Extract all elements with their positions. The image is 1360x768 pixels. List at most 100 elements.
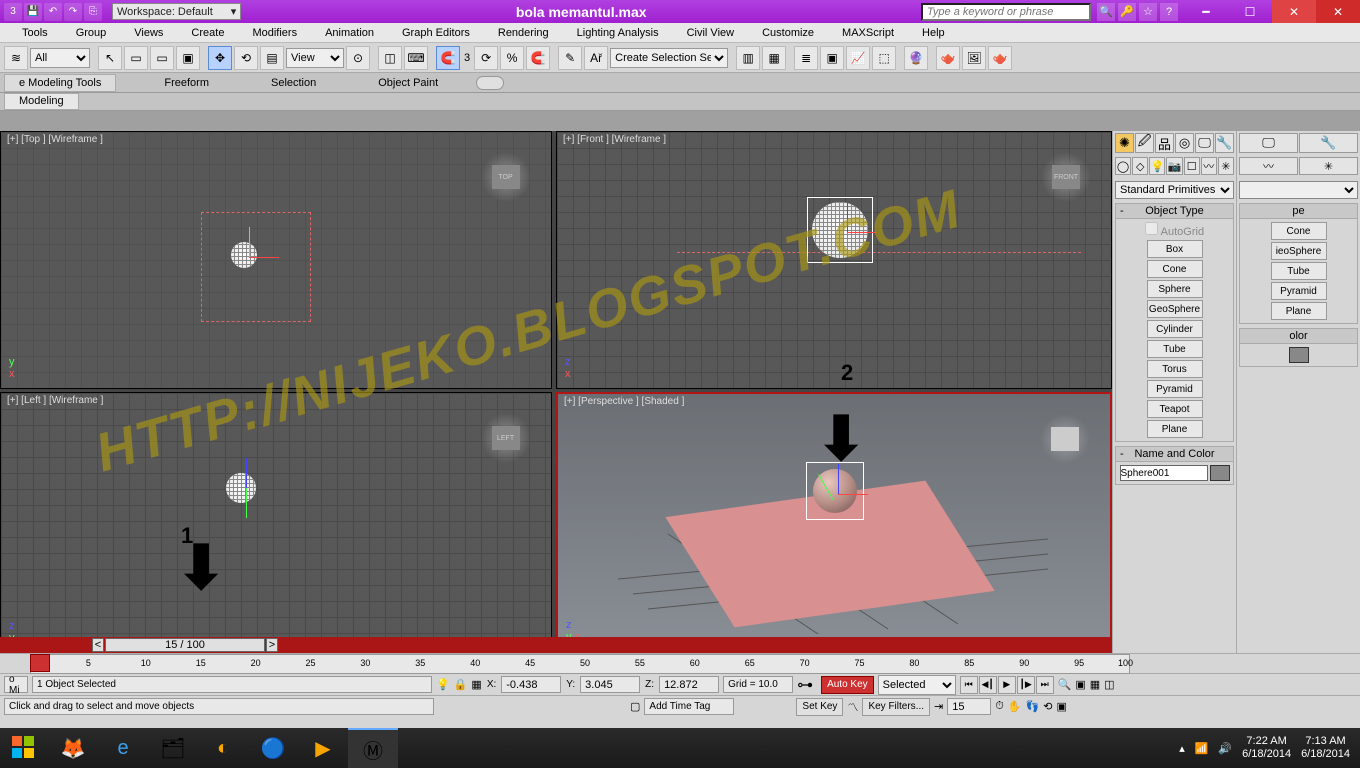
ribbon-tab-modeling-tools[interactable]: e Modeling Tools bbox=[4, 74, 116, 92]
cone-button-2[interactable]: Cone bbox=[1271, 222, 1327, 240]
geosphere-button-2[interactable]: ieoSphere bbox=[1271, 242, 1327, 260]
geometry-type-dropdown[interactable]: Standard Primitives bbox=[1115, 181, 1234, 199]
tube-button[interactable]: Tube bbox=[1147, 340, 1203, 358]
nav-maximize-icon[interactable]: ▣ bbox=[1056, 700, 1066, 713]
nav-zoom-all-icon[interactable]: ▣ bbox=[1075, 678, 1085, 691]
ribbon-tab-freeform[interactable]: Freeform bbox=[150, 75, 223, 91]
time-config-icon[interactable]: ⏱ bbox=[995, 700, 1004, 713]
geometry-category-icon[interactable]: ◯ bbox=[1115, 157, 1131, 175]
teapot-button[interactable]: Teapot bbox=[1147, 400, 1203, 418]
auto-key-button[interactable]: Auto Key bbox=[821, 676, 874, 694]
select-icon[interactable]: ↖ bbox=[98, 46, 122, 70]
z-spinner[interactable]: 12.872 bbox=[659, 676, 719, 693]
nav-fov-icon[interactable]: ◫ bbox=[1104, 678, 1114, 691]
selection-filter[interactable]: All bbox=[30, 48, 90, 68]
nav-walk-icon[interactable]: 👣 bbox=[1026, 700, 1040, 713]
plane-button[interactable]: Plane bbox=[1147, 420, 1203, 438]
move-icon[interactable]: ✥ bbox=[208, 46, 232, 70]
geometry-type-dropdown-2[interactable] bbox=[1239, 181, 1358, 199]
pyramid-button[interactable]: Pyramid bbox=[1147, 380, 1203, 398]
select-name-icon[interactable]: ▭ bbox=[124, 46, 148, 70]
redo-icon[interactable]: ↷ bbox=[64, 3, 82, 21]
key-filters-button[interactable]: Key Filters... bbox=[862, 698, 930, 716]
cameras-category-icon[interactable]: 📷 bbox=[1166, 157, 1182, 175]
spacewarps2-icon[interactable]: 〰 bbox=[1239, 157, 1298, 175]
save-icon[interactable]: 💾 bbox=[24, 3, 42, 21]
next-frame-icon[interactable]: ┃▶ bbox=[1017, 676, 1035, 694]
shapes-category-icon[interactable]: ◇ bbox=[1132, 157, 1148, 175]
viewport-perspective[interactable]: [+] [Perspective ] [Shaded ] ⬇ zy x bbox=[556, 392, 1112, 653]
key-icon[interactable]: 🔑 bbox=[1118, 3, 1136, 21]
coord-system[interactable]: View bbox=[286, 48, 344, 68]
current-frame-spinner[interactable]: 15 bbox=[947, 698, 991, 715]
cylinder-button[interactable]: Cylinder bbox=[1147, 320, 1203, 338]
sphere-button[interactable]: Sphere bbox=[1147, 280, 1203, 298]
chrome-icon[interactable]: 🔵 bbox=[248, 728, 298, 768]
search-input[interactable] bbox=[921, 3, 1091, 21]
helpers-category-icon[interactable]: ☐ bbox=[1184, 157, 1200, 175]
region-rect-icon[interactable]: ▭ bbox=[150, 46, 174, 70]
lock-icon[interactable]: 🔒 bbox=[454, 678, 468, 691]
percent-snap-icon[interactable]: % bbox=[500, 46, 524, 70]
time-prev-button[interactable]: < bbox=[92, 638, 104, 652]
rotate-icon[interactable]: ⟲ bbox=[234, 46, 258, 70]
create-tab-icon[interactable]: ✺ bbox=[1115, 133, 1134, 153]
explorer-icon[interactable]: 🗂 bbox=[148, 728, 198, 768]
viewport-top[interactable]: [+] [Top ] [Wireframe ] TOP yx bbox=[0, 131, 552, 389]
systems2-icon[interactable]: ✳ bbox=[1299, 157, 1358, 175]
help-icon[interactable]: ? bbox=[1160, 3, 1178, 21]
rendered-frame-icon[interactable]: 🖼 bbox=[962, 46, 986, 70]
daemon-icon[interactable]: ◐ bbox=[198, 728, 248, 768]
play-icon[interactable]: ▶ bbox=[998, 676, 1016, 694]
close-button[interactable]: ✕ bbox=[1272, 0, 1316, 23]
menu-maxscript[interactable]: MAXScript bbox=[828, 25, 908, 41]
binoculars-icon[interactable]: 🔍 bbox=[1097, 3, 1115, 21]
named-selection-set[interactable]: Create Selection Se bbox=[610, 48, 728, 68]
3dsmax-task-icon[interactable]: Ⓜ bbox=[348, 728, 398, 768]
time-next-button[interactable]: > bbox=[266, 638, 278, 652]
add-time-tag[interactable]: Add Time Tag bbox=[644, 698, 734, 715]
viewport-left[interactable]: [+] [Left ] [Wireframe ] LEFT zy 1 ⬇ bbox=[0, 392, 552, 653]
viewport-front[interactable]: [+] [Front ] [Wireframe ] FRONT zx 2 bbox=[556, 131, 1112, 389]
key-mode-icon[interactable]: ⊶ bbox=[797, 675, 817, 695]
y-spinner[interactable]: 3.045 bbox=[580, 676, 640, 693]
named-sel-lock-icon[interactable]: Ař bbox=[584, 46, 608, 70]
spinner-snap-icon[interactable]: 🧲 bbox=[526, 46, 550, 70]
menu-graph-editors[interactable]: Graph Editors bbox=[388, 25, 484, 41]
snap-toggle-icon[interactable]: 🧲 bbox=[436, 46, 460, 70]
ribbon-subtab-modeling[interactable]: Modeling bbox=[4, 93, 79, 110]
isolate-icon[interactable]: ▦ bbox=[471, 678, 481, 691]
tube-button-2[interactable]: Tube bbox=[1271, 262, 1327, 280]
lights-category-icon[interactable]: 💡 bbox=[1149, 157, 1165, 175]
motion-tab-icon[interactable]: ◎ bbox=[1175, 133, 1194, 153]
cone-button[interactable]: Cone bbox=[1147, 260, 1203, 278]
set-key-button[interactable]: Set Key bbox=[796, 698, 843, 716]
plane-button-2[interactable]: Plane bbox=[1271, 302, 1327, 320]
key-filter-icon[interactable]: 〽 bbox=[847, 699, 858, 715]
start-button[interactable] bbox=[0, 728, 48, 768]
window-crossing-icon[interactable]: ▣ bbox=[176, 46, 200, 70]
menu-rendering[interactable]: Rendering bbox=[484, 25, 563, 41]
ribbon-tab-object-paint[interactable]: Object Paint bbox=[364, 75, 452, 91]
pivot-icon[interactable]: ⊙ bbox=[346, 46, 370, 70]
prev-frame-icon[interactable]: ◀┃ bbox=[979, 676, 997, 694]
key-filter-dropdown[interactable]: Selected bbox=[878, 675, 956, 695]
selection-lock-icon[interactable]: ≋ bbox=[4, 46, 28, 70]
workspace-selector[interactable]: Workspace: Default▾ bbox=[112, 3, 241, 20]
align-icon[interactable]: ▦ bbox=[762, 46, 786, 70]
viewcube-left[interactable]: LEFT bbox=[481, 413, 531, 463]
frame-0-key[interactable] bbox=[30, 654, 50, 672]
viewport-top-label[interactable]: [+] [Top ] [Wireframe ] bbox=[7, 134, 103, 145]
modify-tab-icon[interactable]: 🖉 bbox=[1135, 133, 1154, 153]
mirror-icon[interactable]: ▥ bbox=[736, 46, 760, 70]
timeline-ruler[interactable]: 0 5 10 15 20 25 30 35 40 45 50 55 60 65 … bbox=[0, 653, 1360, 673]
scale-icon[interactable]: ▤ bbox=[260, 46, 284, 70]
utilities-tab-icon[interactable]: 🔧 bbox=[1215, 133, 1234, 153]
display-tab-icon[interactable]: 🖵 bbox=[1195, 133, 1214, 153]
viewcube-top[interactable]: TOP bbox=[481, 152, 531, 202]
star-icon[interactable]: ☆ bbox=[1139, 3, 1157, 21]
menu-modifiers[interactable]: Modifiers bbox=[238, 25, 311, 41]
menu-help[interactable]: Help bbox=[908, 25, 959, 41]
curve-editor-icon[interactable]: 📈 bbox=[846, 46, 870, 70]
render-production-icon[interactable]: 🫖 bbox=[988, 46, 1012, 70]
